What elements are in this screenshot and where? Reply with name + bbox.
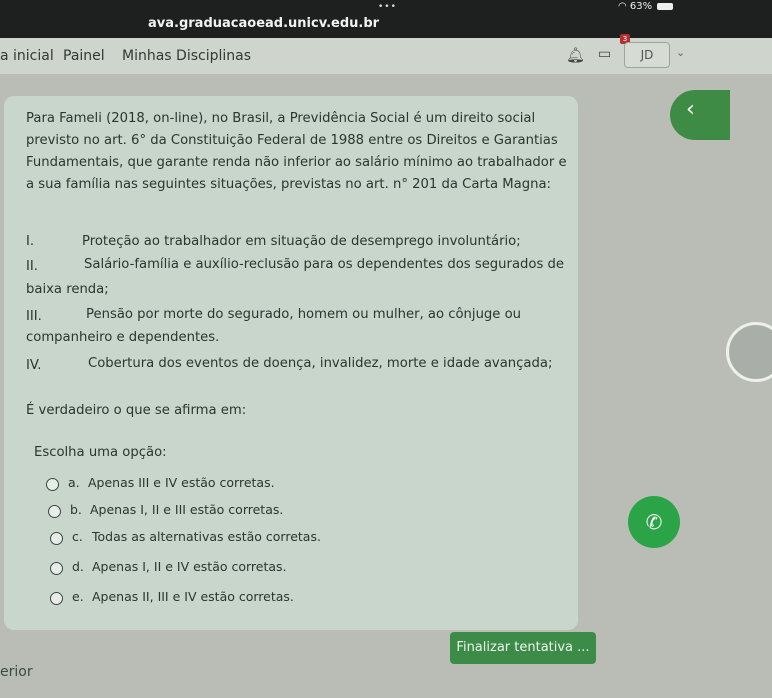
- question-card: Para Fameli (2018, on-line), no Brasil, …: [4, 96, 578, 630]
- question-intro-line: previsto no art. 6° da Constituição Fede…: [26, 133, 558, 148]
- option-text[interactable]: Apenas III e IV estão corretas.: [88, 475, 275, 490]
- item-number: II.: [26, 259, 38, 274]
- battery-icon: [657, 2, 674, 10]
- item-text: Proteção ao trabalhador em situação de d…: [82, 234, 521, 249]
- item-text: Salário-família e auxílio-reclusão para …: [84, 257, 565, 272]
- option-text[interactable]: Apenas I, II e IV estão corretas.: [92, 559, 287, 574]
- question-intro-line: a sua família nas seguintes situações, p…: [26, 177, 551, 192]
- option-radio-b[interactable]: [48, 505, 61, 518]
- previous-link[interactable]: erior: [0, 664, 33, 680]
- floating-ring: [726, 322, 772, 382]
- tab-dots: •••: [378, 2, 397, 12]
- battery-percent: 63%: [629, 1, 653, 12]
- status-bar: ◠ 63%: [618, 1, 674, 12]
- drawer-toggle-button[interactable]: ‹: [670, 90, 730, 140]
- item-number: I.: [26, 234, 35, 249]
- chat-icon[interactable]: ▭: [598, 46, 611, 62]
- address-bar-url[interactable]: ava.graduacaoead.unicv.edu.br: [148, 16, 379, 31]
- user-avatar[interactable]: JD: [624, 42, 670, 68]
- item-text: Pensão por morte do segurado, homem ou m…: [86, 307, 522, 322]
- option-letter: c.: [72, 529, 83, 544]
- question-intro-line: Fundamentais, que garante renda não infe…: [26, 155, 567, 170]
- options-prompt: Escolha uma opção:: [34, 445, 167, 460]
- question-intro-line: Para Fameli (2018, on-line), no Brasil, …: [26, 111, 536, 126]
- browser-top-bar: ••• ava.graduacaoead.unicv.edu.br ◠ 63%: [0, 0, 772, 38]
- nav-home-link[interactable]: a inicial: [0, 48, 54, 64]
- option-letter: d.: [72, 559, 84, 574]
- item-text-continuation: companheiro e dependentes.: [26, 330, 220, 345]
- item-text: Cobertura dos eventos de doença, invalid…: [88, 356, 553, 371]
- item-number: IV.: [26, 358, 42, 373]
- option-radio-e[interactable]: [50, 592, 63, 605]
- option-letter: e.: [72, 589, 84, 604]
- finish-attempt-button[interactable]: Finalizar tentativa ...: [450, 632, 596, 664]
- chevron-left-icon: ‹: [686, 97, 695, 122]
- wifi-icon: ◠: [618, 1, 627, 12]
- option-letter: b.: [70, 502, 82, 517]
- item-text-continuation: baixa renda;: [26, 282, 109, 297]
- option-text[interactable]: Apenas I, II e III estão corretas.: [90, 502, 283, 517]
- chevron-down-icon[interactable]: ⌄: [676, 46, 685, 59]
- option-letter: a.: [68, 475, 80, 490]
- option-radio-a[interactable]: [46, 478, 59, 491]
- option-text[interactable]: Apenas II, III e IV estão corretas.: [92, 589, 294, 604]
- question-statement: É verdadeiro o que se afirma em:: [26, 403, 247, 418]
- whatsapp-button[interactable]: ✆: [628, 496, 680, 548]
- option-radio-c[interactable]: [50, 532, 63, 545]
- nav-courses-link[interactable]: Minhas Disciplinas: [122, 48, 251, 64]
- option-radio-d[interactable]: [50, 562, 63, 575]
- option-text[interactable]: Todas as alternativas estão corretas.: [92, 529, 321, 544]
- whatsapp-icon: ✆: [645, 510, 663, 534]
- nav-dashboard-link[interactable]: Painel: [63, 48, 105, 64]
- bell-icon[interactable]: 🔔︎: [566, 46, 585, 64]
- item-number: III.: [26, 309, 42, 324]
